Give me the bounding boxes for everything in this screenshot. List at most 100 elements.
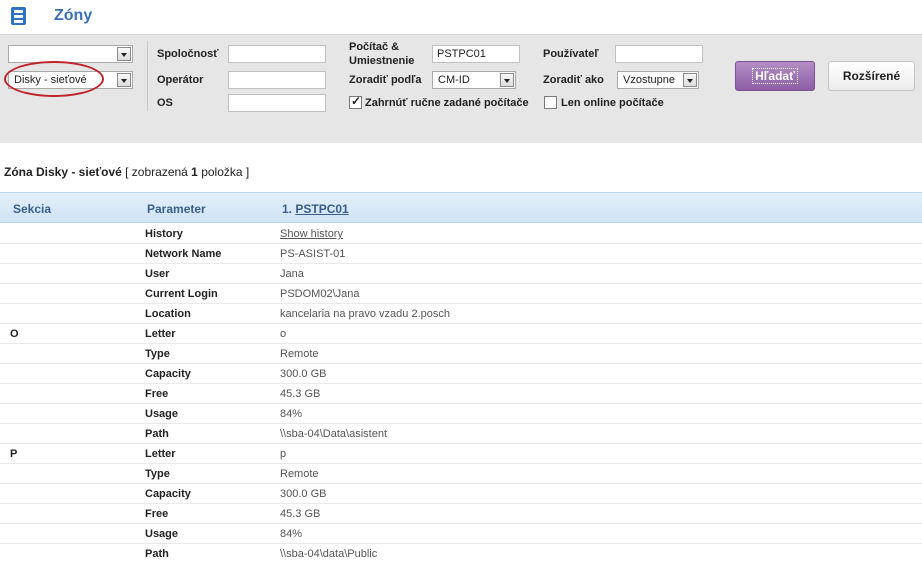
row-value: 300.0 GB: [280, 488, 327, 500]
row-value: PSDOM02\Jana: [280, 288, 360, 300]
row-parameter: Path: [145, 428, 169, 440]
search-button[interactable]: Hľadať: [735, 61, 815, 91]
sort-by-value: CM-ID: [438, 74, 470, 86]
chevron-down-icon: [117, 47, 131, 61]
search-button-label: Hľadať: [752, 68, 798, 84]
row-section: P: [10, 448, 18, 460]
chevron-down-icon: [500, 73, 514, 87]
chevron-down-icon: [683, 73, 697, 87]
row-parameter: Network Name: [145, 248, 222, 260]
table-row: P Letter p: [0, 444, 922, 464]
row-parameter: Usage: [145, 528, 179, 540]
table-row: Type Remote: [0, 464, 922, 484]
row-value: 45.3 GB: [280, 508, 321, 520]
manual-pcs-checkbox[interactable]: [349, 94, 362, 109]
online-only-label: Len online počítače: [561, 97, 664, 109]
column-section: Sekcia: [13, 202, 52, 216]
table-header: Sekcia Parameter 1. PSTPC01: [0, 192, 922, 223]
row-value: 84%: [280, 408, 303, 420]
zone-heading: Zóna Disky - sieťové [ zobrazená 1 polož…: [4, 165, 249, 179]
sort-order-value: Vzostupne: [623, 74, 675, 86]
row-value: 300.0 GB: [280, 368, 327, 380]
table-row: Path \\sba-04\data\Public: [0, 544, 922, 563]
table-row: Capacity 300.0 GB: [0, 364, 922, 384]
row-value: \\sba-04\data\Public: [280, 548, 378, 560]
row-parameter: Free: [145, 388, 169, 400]
row-parameter: Location: [145, 308, 191, 320]
row-value: kancelaria na pravo vzadu 2.posch: [280, 308, 450, 320]
show-history-link[interactable]: Show history: [280, 228, 343, 240]
row-section: O: [10, 328, 19, 340]
table-row: Current Login PSDOM02\Jana: [0, 284, 922, 304]
zoradit-podla-label: Zoradiť podľa: [349, 74, 422, 86]
chevron-down-icon: [117, 73, 131, 87]
row-parameter: Usage: [145, 408, 179, 420]
table-row: Location kancelaria na pravo vzadu 2.posc…: [0, 304, 922, 324]
spolocnost-label: Spoločnosť: [157, 48, 219, 60]
advanced-button[interactable]: Rozšírené: [828, 61, 915, 91]
row-parameter: Letter: [145, 448, 176, 460]
row-value: \\sba-04\Data\asistent: [280, 428, 388, 440]
row-value: 84%: [280, 528, 303, 540]
operator-input[interactable]: [228, 71, 326, 89]
zone-count: 1: [191, 165, 198, 179]
computer-link[interactable]: PSTPC01: [295, 202, 348, 216]
column-computer: 1. PSTPC01: [282, 202, 349, 216]
spolocnost-input[interactable]: [228, 45, 326, 63]
table-row: History Show history: [0, 224, 922, 244]
manual-pcs-label: Zahrnúť ručne zadané počítače: [365, 97, 529, 109]
table-row: Path \\sba-04\Data\asistent: [0, 424, 922, 444]
row-value: p: [280, 448, 287, 460]
highlight-annotation: [4, 61, 104, 97]
table-row: Free 45.3 GB: [0, 384, 922, 404]
app-logo-icon: [11, 7, 26, 25]
row-value: Remote: [280, 468, 319, 480]
table-row: User Jana: [0, 264, 922, 284]
pouzivatel-input[interactable]: [615, 45, 703, 63]
operator-label: Operátor: [157, 74, 204, 86]
row-parameter: History: [145, 228, 183, 240]
row-parameter: Capacity: [145, 368, 191, 380]
pocitac-label: Počítač &: [349, 41, 400, 53]
zone-group-select[interactable]: [8, 45, 133, 63]
title-bar: Zóny: [0, 0, 922, 34]
table-row: O Letter o: [0, 324, 922, 344]
table-row: Free 45.3 GB: [0, 504, 922, 524]
sort-by-select[interactable]: CM-ID: [432, 71, 516, 89]
row-value: Remote: [280, 348, 319, 360]
sort-order-select[interactable]: Vzostupne: [617, 71, 699, 89]
row-parameter: Letter: [145, 328, 176, 340]
row-parameter: Type: [145, 468, 170, 480]
table-row: Network Name PS-ASIST-01: [0, 244, 922, 264]
table-row: Capacity 300.0 GB: [0, 484, 922, 504]
row-value: 45.3 GB: [280, 388, 321, 400]
zone-count-suffix: položka ]: [197, 165, 250, 179]
page-title: Zóny: [54, 7, 93, 24]
row-parameter: Path: [145, 548, 169, 560]
row-value: o: [280, 328, 287, 340]
row-value: Jana: [280, 268, 304, 280]
zone-count-prefix: [ zobrazená: [121, 165, 192, 179]
row-parameter: Current Login: [145, 288, 218, 300]
os-input[interactable]: [228, 94, 326, 112]
zoradit-ako-label: Zoradiť ako: [543, 74, 604, 86]
filter-panel: Disky - sieťové Spoločnosť Operátor OS P…: [0, 34, 922, 143]
divider: [147, 41, 148, 111]
row-parameter: Capacity: [145, 488, 191, 500]
row-parameter: Type: [145, 348, 170, 360]
online-only-checkbox[interactable]: [544, 96, 557, 109]
row-parameter: Free: [145, 508, 169, 520]
umiestnenie-label: Umiestnenie: [349, 55, 415, 67]
table-row: Usage 84%: [0, 404, 922, 424]
table-body: History Show history Network Name PS-ASIST-…: [0, 224, 922, 563]
table-row: Usage 84%: [0, 524, 922, 544]
table-row: Type Remote: [0, 344, 922, 364]
pocitac-input[interactable]: PSTPC01: [432, 45, 520, 63]
pouzivatel-label: Používateľ: [543, 48, 599, 60]
os-label: OS: [157, 97, 173, 109]
row-parameter: User: [145, 268, 170, 280]
zone-name: Zóna Disky - sieťové: [4, 165, 122, 179]
column-computer-number: 1.: [282, 202, 293, 216]
row-value: PS-ASIST-01: [280, 248, 346, 260]
column-parameter: Parameter: [147, 202, 206, 216]
